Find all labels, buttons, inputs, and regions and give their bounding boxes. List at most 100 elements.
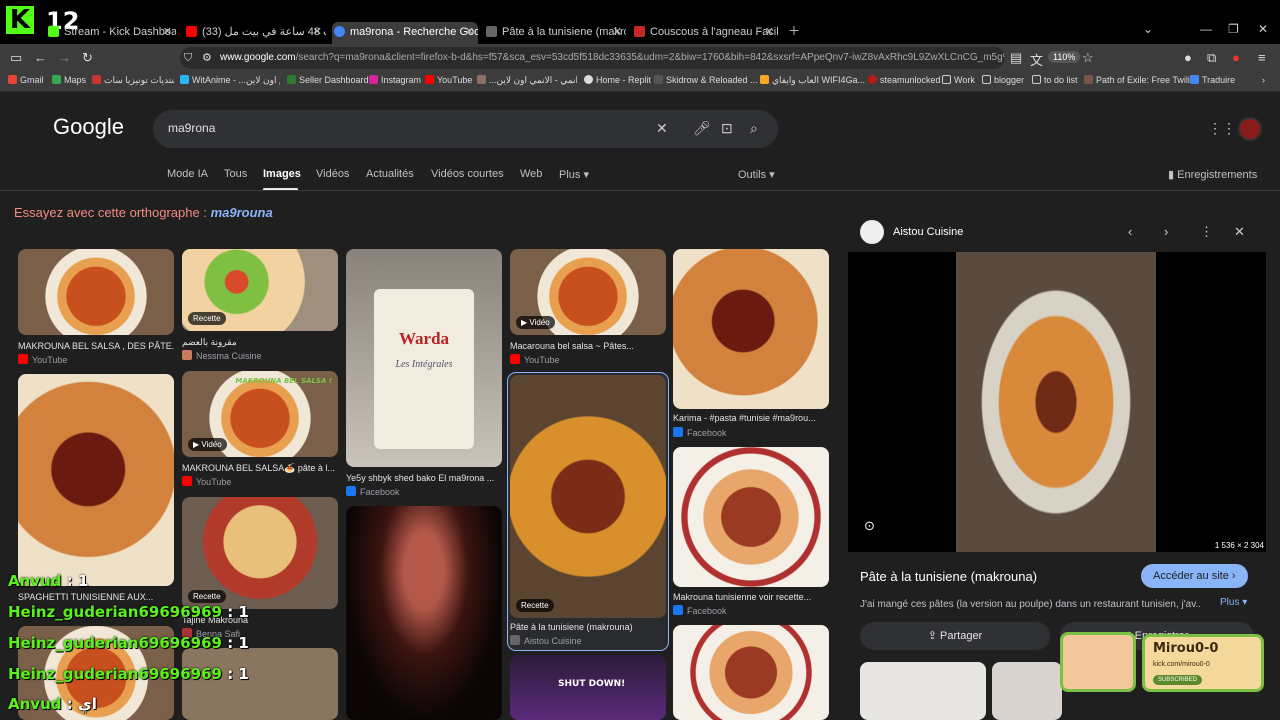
shield-icon[interactable]: ⛉ [184,47,192,69]
next-image-icon[interactable]: › [1164,224,1168,239]
tab-images[interactable]: Images [263,168,301,180]
spelling-suggestion-link[interactable]: ma9rouna [211,205,273,220]
reload-icon[interactable]: ↻ [82,50,93,66]
back-icon[interactable]: ← [34,50,47,65]
bookmark-instagram[interactable]: Instagram [369,75,421,85]
bookmark-maps[interactable]: Maps [52,75,86,85]
bookmark-skidrow[interactable]: Skidrow & Reloaded ... [654,75,758,85]
tab-tous[interactable]: Tous [224,168,247,180]
image-result[interactable] [18,249,174,335]
tab-videos-courtes[interactable]: Vidéos courtes [431,168,504,180]
tab-web[interactable]: Web [520,168,542,180]
result-caption[interactable]: Karima - #pasta #tunisie #ma9rou... [673,413,829,423]
restore-icon[interactable]: ❐ [1228,22,1239,36]
result-caption[interactable]: SPAGHETTI TUNISIENNE AUX... [18,592,174,602]
tab-couscous[interactable]: Couscous à l'agneau Facile et ra ✕ [632,22,778,44]
image-result[interactable] [673,447,829,587]
search-box[interactable]: ma9rona ✕ 🎤︎ ⊡ ⌕ [153,110,778,148]
reader-view-icon[interactable]: ▤ [1010,50,1022,66]
account-icon[interactable]: ● [1184,50,1192,65]
voice-search-icon[interactable]: 🎤︎ [693,120,711,137]
image-result[interactable]: ▶ Vidéo [510,249,666,335]
image-result[interactable] [18,374,174,586]
tab-mode-ia[interactable]: Mode IA [167,168,208,180]
address-bar[interactable]: ⛉ ⚙ www.google.com/search?q=ma9rona&clie… [180,47,1005,69]
result-source[interactable]: Facebook [346,486,400,497]
result-caption[interactable]: MAKROUNA BEL SALSA , DES PÂTE... [18,341,174,351]
result-caption[interactable]: Ye5y shbyk shed bako El ma9rona ... [346,473,502,483]
zoom-level[interactable]: 110% [1048,51,1081,63]
site-info-icon[interactable]: ⚙ [202,47,212,69]
image-result[interactable]: Warda Les Intégrales [346,249,502,467]
result-source[interactable]: Facebook [673,605,727,616]
result-caption[interactable]: Makrouna tunisienne voir recette... [673,592,829,602]
result-source[interactable]: YouTube [510,354,559,365]
user-avatar[interactable] [1238,117,1262,141]
preview-image[interactable] [956,252,1156,552]
bookmark-todo[interactable]: to do list [1032,75,1078,85]
bookmark-poe[interactable]: Path of Exile: Free Twili... [1084,75,1197,85]
result-source[interactable]: YouTube [18,354,67,365]
result-source[interactable]: YouTube [182,476,231,487]
more-options-icon[interactable]: ⋮ [1200,224,1213,240]
new-tab-icon[interactable]: ＋ [788,22,800,39]
tab-kick-dashboard[interactable]: Stream - Kick Dashboard ✕ [46,22,176,44]
tab-google-search[interactable]: ma9rona - Recherche Google ✕ [332,22,478,44]
extension-red-icon[interactable]: ● [1232,50,1240,65]
translate-icon[interactable]: 文 [1030,50,1043,69]
bookmark-seller-dashboard[interactable]: Seller Dashboard [287,75,369,85]
bookmark-replit[interactable]: Home - Replit [584,75,651,85]
close-tab-icon[interactable]: ✕ [465,23,474,41]
extensions-icon[interactable]: ⧉ [1207,50,1216,66]
bookmark-gmail[interactable]: Gmail [8,75,44,85]
result-source[interactable]: Nessma Cuisine [182,350,262,361]
tab-pate-tunisienne[interactable]: Pâte à la tunisiene (makrouna) ✕ [484,22,626,44]
preview-site-name[interactable]: Aistou Cuisine [893,226,963,238]
search-query[interactable]: ma9rona [168,121,215,135]
window-close-icon[interactable]: ✕ [1258,22,1268,36]
bookmark-tunisia-sat[interactable]: منتديات تونيزيا سات [92,75,174,86]
result-source[interactable]: Aistou Cuisine [510,635,582,646]
visit-site-button[interactable]: Accéder au site › [1141,564,1248,588]
bookmark-traduire[interactable]: Traduire [1190,75,1235,85]
bookmark-work[interactable]: Work [942,75,975,85]
close-tab-icon[interactable]: ✕ [613,23,622,41]
search-icon[interactable]: ⌕ [750,120,758,137]
image-result[interactable] [673,625,829,720]
preview-image-area[interactable]: ⊙ 1 536 × 2 304 [848,252,1266,552]
result-caption[interactable]: Macarouna bel salsa ~ Pâtes... [510,341,666,351]
clear-search-icon[interactable]: ✕ [656,120,668,137]
close-tab-icon[interactable]: ✕ [163,23,172,41]
share-button[interactable]: ⇪ Partager [860,622,1050,650]
saved-link[interactable]: ▮ Enregistrements [1168,168,1257,181]
menu-icon[interactable]: ≡ [1258,50,1266,65]
prev-image-icon[interactable]: ‹ [1128,224,1132,239]
image-result[interactable] [673,249,829,409]
result-source[interactable]: Facebook [673,427,727,438]
close-tab-icon[interactable]: ✕ [313,23,322,41]
close-preview-icon[interactable]: ✕ [1234,224,1245,240]
google-logo[interactable]: Google [53,114,124,140]
related-image[interactable] [860,662,986,720]
tab-youtube[interactable]: (33) عشت 48 ساعة في بيت مل... ✕ [184,22,326,44]
tab-plus[interactable]: Plus ▾ [559,168,589,181]
image-result[interactable] [346,506,502,720]
bookmark-witanime[interactable]: WitAnime - ...م اون لاين [180,75,280,86]
result-caption[interactable]: Pâte à la tunisiene (makrouna) [510,622,666,632]
lens-search-icon[interactable]: ⊡ [721,120,733,137]
bookmark-steamunlocked[interactable]: steamunlocked [868,75,941,85]
close-tab-icon[interactable]: ✕ [765,23,774,41]
bookmark-wifi4games[interactable]: العاب وايفاي WIFI4Ga... [760,75,865,86]
bookmark-youtube[interactable]: YouTube [425,75,472,85]
tools-menu[interactable]: Outils ▾ [738,168,775,181]
image-result[interactable]: SHUT DOWN! [510,655,666,720]
tab-actualites[interactable]: Actualités [366,168,414,180]
image-result[interactable] [182,648,338,720]
more-description-button[interactable]: Plus ▾ [1220,597,1247,608]
result-caption[interactable]: MAKROUNA BEL SALSA🍝 pâte à l... [182,463,338,474]
lens-icon[interactable]: ⊙ [864,518,875,534]
bookmark-anime[interactable]: ...د انمي - الانمي اون لاين [477,75,577,86]
tab-videos[interactable]: Vidéos [316,168,349,180]
minimize-icon[interactable]: — [1200,22,1212,36]
bookmarks-overflow-icon[interactable]: › [1262,75,1265,85]
